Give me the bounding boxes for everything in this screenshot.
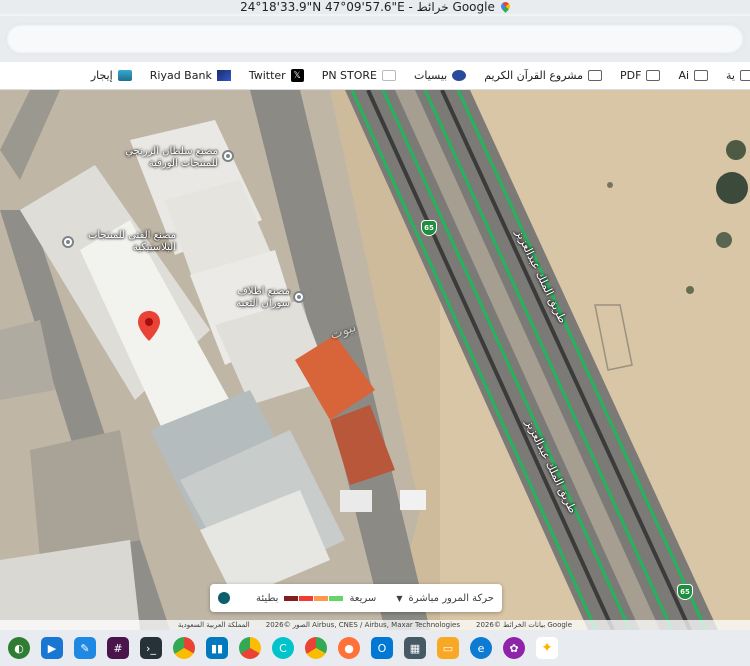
traffic-legend-title: حركة المرور مباشرة <box>408 592 494 604</box>
location-pin-icon[interactable] <box>138 311 160 341</box>
firefox-icon[interactable]: ● <box>338 637 360 659</box>
traffic-color-scale <box>284 595 344 601</box>
traffic-color-red <box>299 595 314 601</box>
bookmark-label: Ai <box>678 69 690 82</box>
riyad-bank-icon <box>216 70 231 81</box>
folder-icon <box>588 70 602 81</box>
place-label-paper-factory[interactable]: مصنع سلطان الزرنجي للمنتجات الورقية <box>118 146 218 170</box>
folder-icon <box>740 70 750 81</box>
layer-toggle-icon[interactable] <box>218 592 230 604</box>
bookmark-pn-store[interactable]: PN STORE <box>322 69 396 82</box>
place-marker-icon[interactable] <box>222 150 234 162</box>
chrome-icon[interactable] <box>239 637 261 659</box>
attribution-imagery: الصور ©2026 Airbus, CNES / Airbus, Maxar… <box>265 621 460 629</box>
bookmarks-bar: ية Ai PDF مشروع القرآن الكريم بيسيات PN … <box>0 62 750 90</box>
screenshot-root: 24°18'33.9"N 47°09'57.6"E - خرائط Google… <box>0 0 750 666</box>
place-marker-icon[interactable] <box>293 291 305 303</box>
folder-icon <box>694 70 709 81</box>
traffic-fast-label: سريعة <box>349 592 377 604</box>
bookmark-label: Twitter <box>248 69 286 82</box>
google-maps-icon <box>501 2 510 13</box>
ijar-icon <box>117 70 132 81</box>
bookmark-label: مشروع القرآن الكريم <box>484 69 583 82</box>
address-bar[interactable] <box>6 24 744 54</box>
satellite-map[interactable]: مصنع سلطان الزرنجي للمنتجات الورقية مصنع… <box>0 90 750 630</box>
route-shield-icon: 65 <box>421 220 437 236</box>
bookmark-quran-project[interactable]: مشروع القرآن الكريم <box>484 69 602 82</box>
slack-icon[interactable]: # <box>107 637 129 659</box>
whiteboard-icon[interactable]: ✎ <box>74 637 96 659</box>
bee-icon <box>452 70 467 81</box>
bookmark-label: إيجار <box>90 69 113 82</box>
traffic-legend[interactable]: حركة المرور مباشرة ▼ سريعة بطيئة <box>210 584 502 612</box>
bookmark-pdf[interactable]: PDF <box>620 69 661 82</box>
copilot-icon[interactable]: ◐ <box>8 637 30 659</box>
route-shield-icon: 65 <box>677 584 693 600</box>
window-title-bar: 24°18'33.9"N 47°09'57.6"E - خرائط Google <box>0 0 750 14</box>
place-label-third-factory[interactable]: مصنع اطلاف سوزان التعبه <box>228 286 290 310</box>
terminal-icon[interactable]: ›_ <box>140 637 162 659</box>
edge-icon[interactable]: e <box>470 637 492 659</box>
attribution-country: المملكة العربية السعودية <box>177 621 250 629</box>
chrome-icon[interactable] <box>173 637 195 659</box>
arrow-icon[interactable]: ▶ <box>41 637 63 659</box>
outlook-icon[interactable]: O <box>371 637 393 659</box>
calculator-icon[interactable]: ▦ <box>404 637 426 659</box>
bookmark-label: بيسيات <box>414 69 448 82</box>
bookmark-label: PDF <box>620 69 642 82</box>
bookmark-riyad-bank[interactable]: Riyad Bank <box>150 69 231 82</box>
sparkle-icon[interactable]: ✦ <box>536 637 558 659</box>
chrome-icon[interactable] <box>305 637 327 659</box>
traffic-color-darkred <box>284 595 299 601</box>
pn-store-icon <box>382 70 396 81</box>
satellite-imagery <box>0 90 750 630</box>
place-label-plastic-factory[interactable]: مصنع الفتى للمنتجات البلاستيكية <box>78 230 176 254</box>
attribution-map-data: بيانات الخرائط ©2026 Google <box>476 621 573 629</box>
bookmark-bisiyat[interactable]: بيسيات <box>414 69 467 82</box>
bookmark-label: Riyad Bank <box>149 69 212 82</box>
traffic-slow-label: بطيئة <box>256 592 279 604</box>
bookmark-ijar[interactable]: إيجار <box>91 69 132 82</box>
traffic-color-green <box>329 595 344 601</box>
folder-icon[interactable]: ▭ <box>437 637 459 659</box>
folder-icon <box>646 70 661 81</box>
place-marker-icon[interactable] <box>62 236 74 248</box>
bookmark-ai-partial[interactable]: ية <box>726 69 750 82</box>
trello-icon[interactable]: ▮▮ <box>206 637 228 659</box>
photos-icon[interactable]: ✿ <box>503 637 525 659</box>
dropdown-arrow-icon[interactable]: ▼ <box>396 594 402 603</box>
window-title: 24°18'33.9"N 47°09'57.6"E - خرائط Google <box>240 0 495 14</box>
map-attribution: المملكة العربية السعودية الصور ©2026 Air… <box>0 620 750 630</box>
taskbar: ◐ ▶ ✎ # ›_ ▮▮ C ● O ▦ ▭ e ✿ ✦ <box>0 630 750 666</box>
canva-icon[interactable]: C <box>272 637 294 659</box>
address-bar-area <box>0 16 750 62</box>
bookmark-label: ية <box>726 69 735 82</box>
bookmark-ai[interactable]: Ai <box>678 69 709 82</box>
x-icon: 𝕏 <box>290 69 304 82</box>
bookmark-twitter[interactable]: Twitter 𝕏 <box>249 69 304 82</box>
traffic-color-orange <box>314 595 329 601</box>
bookmark-label: PN STORE <box>321 69 377 82</box>
